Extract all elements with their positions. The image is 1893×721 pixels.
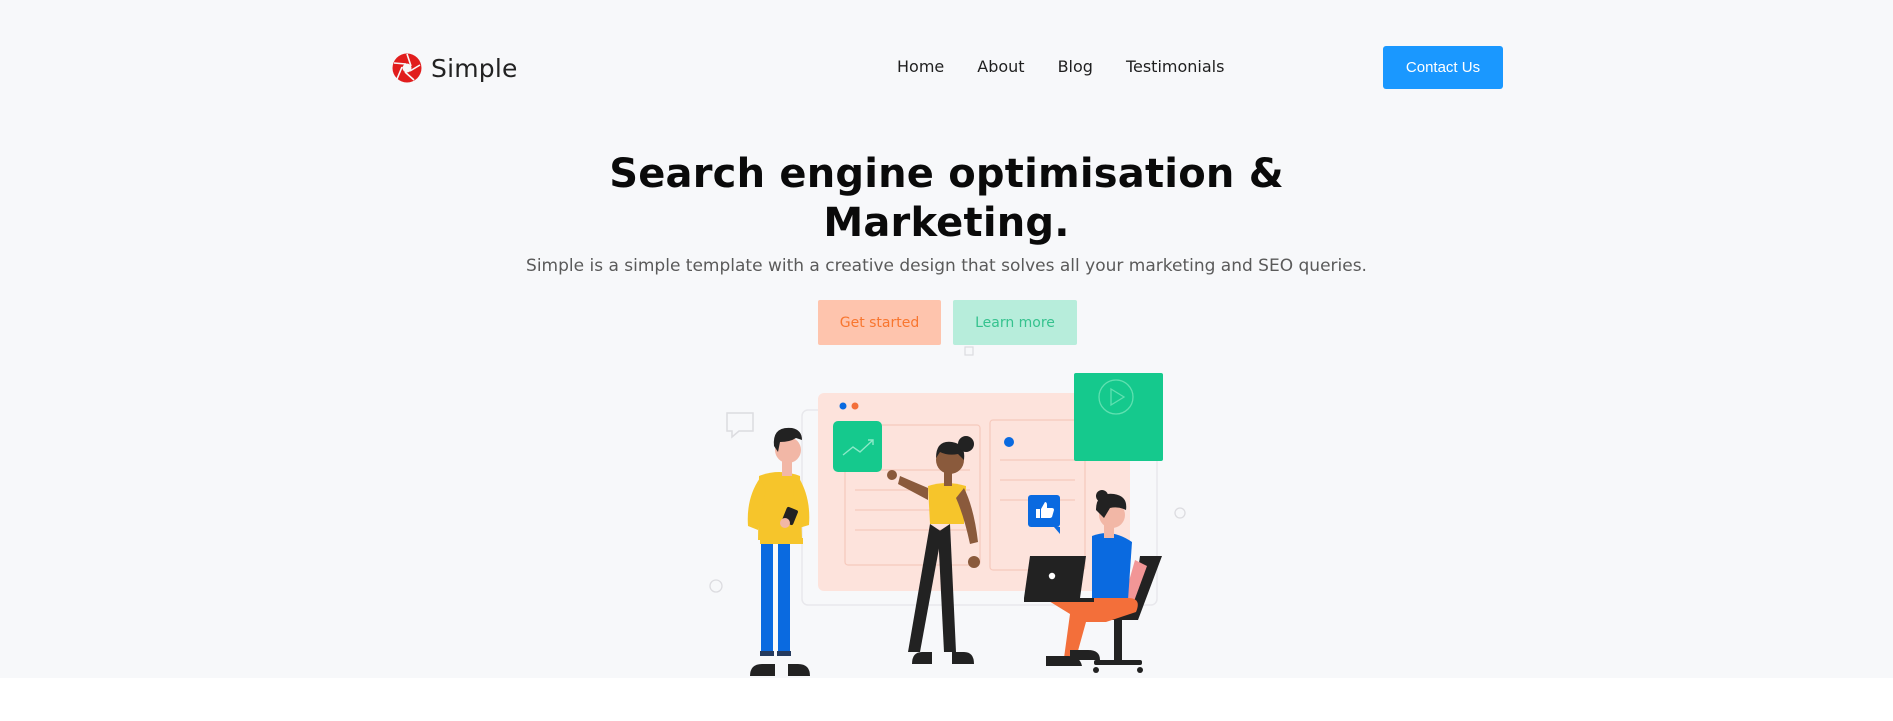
chart-icon [833, 421, 882, 472]
contact-us-button[interactable]: Contact Us [1383, 46, 1503, 89]
hero-subtitle: Simple is a simple template with a creat… [526, 256, 1367, 276]
nav-testimonials[interactable]: Testimonials [1126, 56, 1225, 78]
hero-illustration [709, 346, 1186, 676]
nav-blog[interactable]: Blog [1058, 56, 1093, 78]
main-nav: Home About Blog Testimonials [897, 56, 1224, 78]
hero-section: Simple Home About Blog Testimonials Cont… [0, 0, 1893, 678]
get-started-button[interactable]: Get started [818, 300, 941, 345]
hero-title: Search engine optimisation & Marketing. [609, 151, 1284, 246]
brand-logo[interactable]: Simple [392, 51, 518, 85]
brand-name: Simple [431, 53, 518, 83]
laptop-icon [1048, 572, 1056, 580]
speech-bubble-icon [726, 412, 754, 439]
person-with-phone [747, 427, 810, 676]
aperture-logo-icon [392, 53, 422, 83]
nav-home[interactable]: Home [897, 56, 944, 78]
next-section [0, 678, 1893, 721]
learn-more-button[interactable]: Learn more [953, 300, 1077, 345]
video-play-icon [1074, 373, 1163, 461]
nav-about[interactable]: About [977, 56, 1024, 78]
